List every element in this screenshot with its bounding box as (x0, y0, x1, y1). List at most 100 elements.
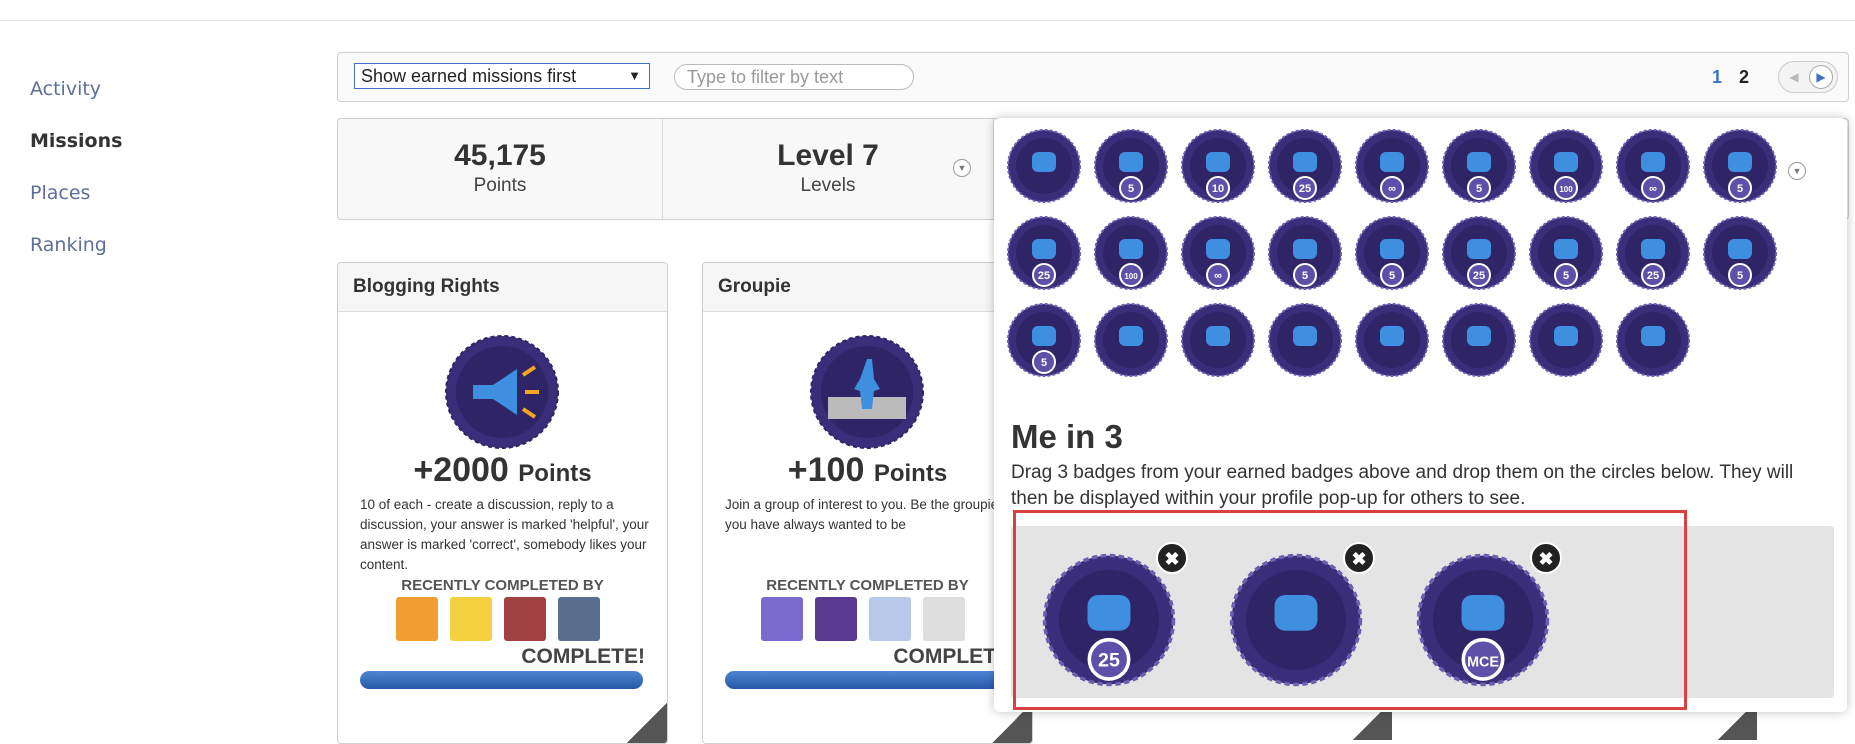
mission-points: +2000 Points (338, 451, 667, 490)
recent-avatars (396, 597, 612, 641)
svg-text:100: 100 (1124, 272, 1138, 281)
tagged-document-badge-icon[interactable] (1615, 302, 1691, 378)
avatar[interactable] (450, 597, 492, 641)
svg-text:∞: ∞ (1649, 183, 1657, 195)
mission-title: Groupie (703, 263, 1032, 312)
mission-card-groupie[interactable]: Groupie +100 Points Join a group of inte… (702, 262, 1033, 744)
highlight-box (1013, 510, 1687, 710)
concert-badge-icon (810, 335, 924, 454)
missions-toolbar: Show earned missions first ▼ 1 2 ◀ ▶ (337, 52, 1849, 102)
mission-status: COMPLETE (893, 645, 1010, 668)
pager-buttons: ◀ ▶ (1778, 61, 1838, 93)
avatar[interactable] (558, 597, 600, 641)
sort-select-value: Show earned missions first (361, 66, 577, 86)
question-25-badge-icon[interactable]: 25 (1267, 128, 1343, 204)
megaphone-badge-icon (445, 335, 559, 454)
page-link-2[interactable]: 2 (1739, 67, 1749, 88)
levels-value: Level 7 (777, 139, 879, 172)
thumbs-up-5-badge-icon[interactable]: 5 (1354, 215, 1430, 291)
approved-badge-icon[interactable]: 5 (1006, 302, 1082, 378)
book-badge-icon[interactable] (1093, 302, 1169, 378)
avatar[interactable] (504, 597, 546, 641)
question-10-badge-icon[interactable]: 10 (1180, 128, 1256, 204)
mission-progress-bar (360, 671, 643, 689)
sidebar-nav: Activity Missions Places Ranking (30, 78, 122, 286)
ballot-badge-icon[interactable] (1267, 302, 1343, 378)
chat-25-badge-icon[interactable]: 25 (1006, 215, 1082, 291)
svg-text:∞: ∞ (1214, 270, 1222, 282)
upload-document-badge-icon[interactable] (1528, 302, 1604, 378)
next-page-icon[interactable]: ▶ (1809, 65, 1833, 89)
sidebar-item-ranking[interactable]: Ranking (30, 234, 122, 256)
sidebar-item-missions[interactable]: Missions (30, 130, 122, 152)
question-infinity-badge-icon[interactable]: ∞ (1354, 128, 1430, 204)
mission-card-blogging-rights[interactable]: Blogging Rights +2000 Points 10 of each … (337, 262, 668, 744)
me-in-3-title: Me in 3 (1011, 418, 1123, 455)
mission-status: COMPLETE! (521, 645, 645, 668)
points-value: 45,175 (454, 139, 546, 172)
badges-collapse-icon[interactable]: ▼ (1788, 162, 1806, 180)
points-unit: Points (873, 460, 948, 487)
mission-points: +100 Points (703, 451, 1032, 490)
points-stat: 45,175 Points (338, 119, 662, 219)
svg-text:∞: ∞ (1388, 183, 1396, 195)
svg-text:5: 5 (1041, 357, 1047, 369)
mission-description: 10 of each - create a discussion, reply … (360, 497, 649, 572)
recent-avatars (761, 597, 977, 641)
mission-description: Join a group of interest to you. Be the … (725, 497, 999, 532)
svg-text:5: 5 (1737, 270, 1743, 282)
svg-text:25: 25 (1038, 270, 1050, 282)
megaphone-badge-icon[interactable] (1006, 128, 1082, 204)
concert-badge-icon[interactable] (1180, 302, 1256, 378)
points-label: Points (473, 175, 527, 196)
check-cross-badge-icon[interactable] (1354, 302, 1430, 378)
levels-expand-icon[interactable]: ▼ (953, 159, 971, 177)
points-amount: +2000 (413, 451, 509, 489)
avatar[interactable] (396, 597, 438, 641)
svg-text:5: 5 (1476, 183, 1482, 195)
recently-completed-label: RECENTLY COMPLETED BY (766, 577, 969, 594)
mission-title: Blogging Rights (338, 263, 667, 312)
prev-page-icon[interactable]: ◀ (1782, 65, 1806, 89)
levels-stat: Level 7 Levels (663, 119, 993, 219)
points-unit: Points (518, 460, 592, 487)
crowd-100-badge-icon[interactable]: 100 (1528, 128, 1604, 204)
page-link-1[interactable]: 1 (1712, 67, 1722, 88)
dropdown-arrow-icon: ▼ (628, 68, 641, 83)
sidebar-item-activity[interactable]: Activity (30, 78, 122, 100)
svg-text:5: 5 (1389, 270, 1395, 282)
target-badge-icon[interactable]: 5 (1702, 215, 1778, 291)
like-list-5-badge-icon[interactable]: 5 (1528, 215, 1604, 291)
recently-completed-label: RECENTLY COMPLETED BY (401, 577, 604, 594)
avatar[interactable] (761, 597, 803, 641)
chat-infinity-badge-icon[interactable]: ∞ (1180, 215, 1256, 291)
svg-text:25: 25 (1473, 270, 1485, 282)
page-curl-icon[interactable] (627, 703, 667, 743)
like-list-25-badge-icon[interactable]: 25 (1615, 215, 1691, 291)
avatar[interactable] (815, 597, 857, 641)
svg-text:5: 5 (1563, 270, 1569, 282)
svg-text:5: 5 (1302, 270, 1308, 282)
svg-text:5: 5 (1128, 183, 1134, 195)
lightbulb-badge-icon[interactable]: 5 (1267, 215, 1343, 291)
svg-text:10: 10 (1212, 183, 1224, 195)
points-amount: +100 (787, 451, 865, 489)
sort-select[interactable]: Show earned missions first ▼ (354, 63, 650, 89)
levels-label: Levels (800, 175, 856, 196)
avatar[interactable] (923, 597, 965, 641)
sidebar-item-places[interactable]: Places (30, 182, 122, 204)
chat-100-badge-icon[interactable]: 100 (1093, 215, 1169, 291)
me-in-3-description: Drag 3 badges from your earned badges ab… (1011, 462, 1794, 509)
avatar[interactable] (869, 597, 911, 641)
svg-text:25: 25 (1299, 183, 1311, 195)
crowd-infinity-badge-icon[interactable]: ∞ (1615, 128, 1691, 204)
thumbs-up-25-badge-icon[interactable]: 25 (1441, 215, 1517, 291)
svg-text:100: 100 (1559, 185, 1573, 194)
people-5-badge-icon[interactable]: 5 (1441, 128, 1517, 204)
chat-5-badge-icon[interactable]: 5 (1702, 128, 1778, 204)
filter-input[interactable] (674, 64, 914, 90)
svg-text:5: 5 (1737, 183, 1743, 195)
speech-bubble-badge-icon[interactable] (1441, 302, 1517, 378)
question-5-badge-icon[interactable]: 5 (1093, 128, 1169, 204)
svg-text:25: 25 (1647, 270, 1659, 282)
